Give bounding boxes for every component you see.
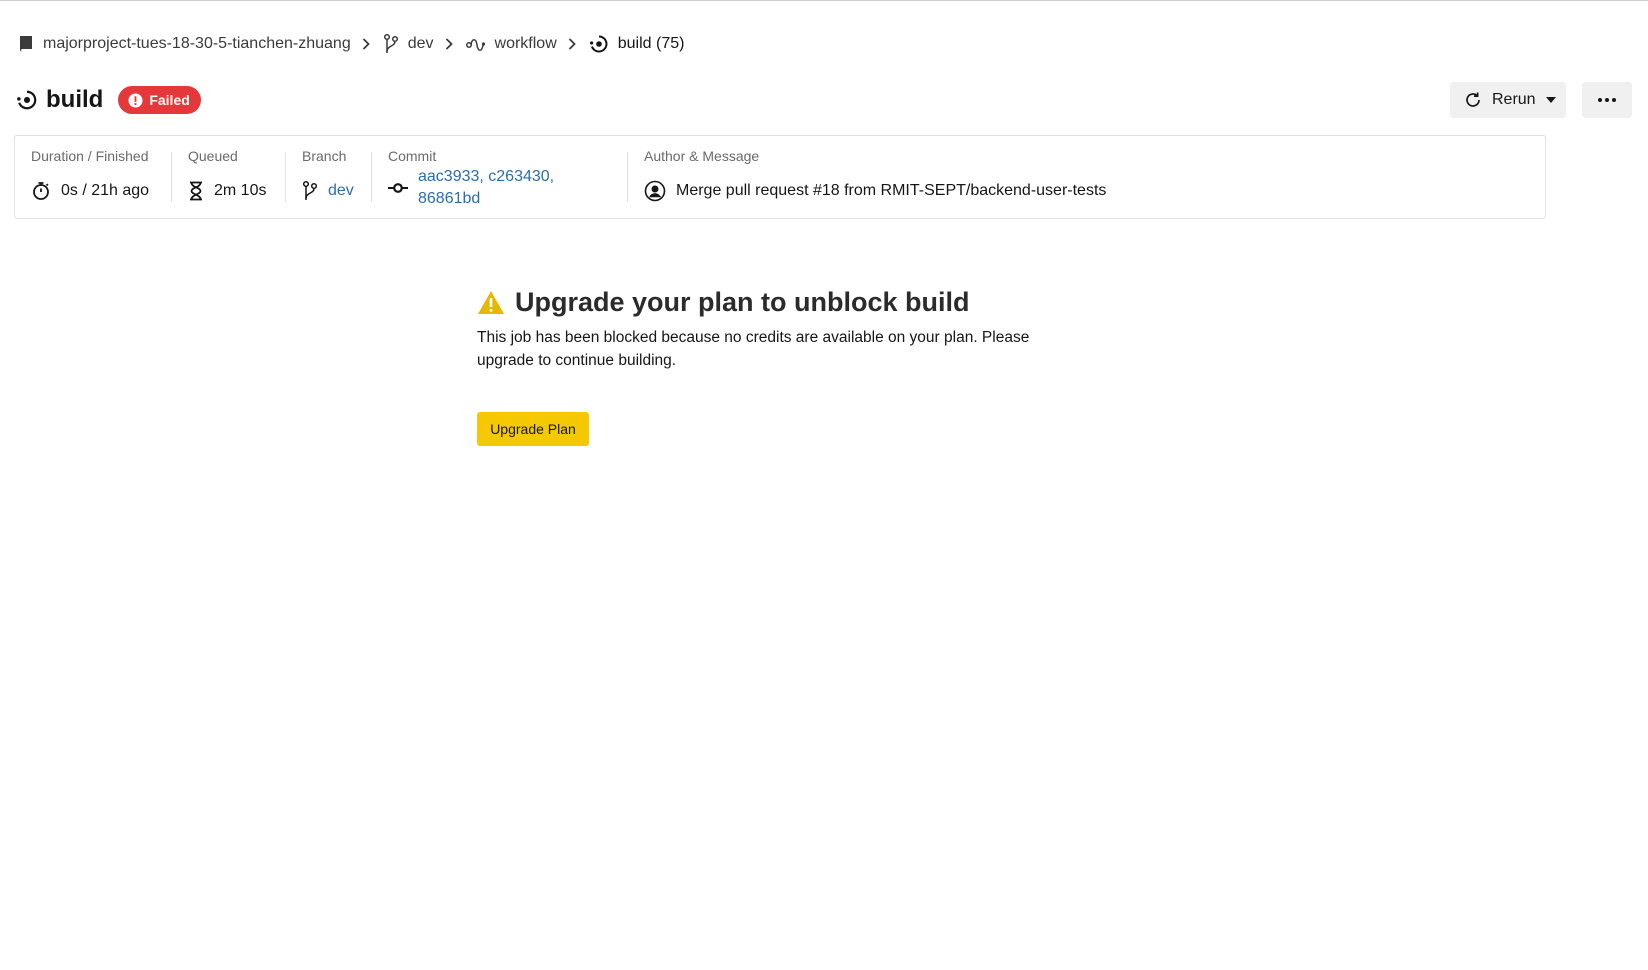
more-horizontal-icon xyxy=(1597,97,1617,103)
blocked-title: Upgrade your plan to unblock build xyxy=(477,287,1097,318)
warning-icon xyxy=(477,290,505,315)
author-label: Author & Message xyxy=(644,148,760,164)
header-actions: Rerun xyxy=(1450,82,1632,118)
upgrade-plan-button[interactable]: Upgrade Plan xyxy=(477,411,589,446)
info-branch: Branch dev xyxy=(286,148,372,202)
more-options-button[interactable] xyxy=(1582,82,1632,118)
status-badge: Failed xyxy=(118,86,201,114)
job-info-panel: Duration / Finished 0s / 21h ago Queued … xyxy=(14,135,1546,219)
commit-icon xyxy=(388,182,408,194)
breadcrumb-project[interactable]: majorproject-tues-18-30-5-tianchen-zhuan… xyxy=(18,35,351,53)
refresh-icon xyxy=(1464,91,1482,109)
status-label: Failed xyxy=(149,92,190,108)
breadcrumb: majorproject-tues-18-30-5-tianchen-zhuan… xyxy=(18,33,684,55)
blocked-message: This job has been blocked because no cre… xyxy=(477,329,1030,369)
workflow-icon xyxy=(465,36,486,52)
commit-label: Commit xyxy=(388,148,437,164)
branch-icon xyxy=(302,180,318,202)
queued-label: Queued xyxy=(188,148,238,164)
chevron-right-icon xyxy=(444,37,454,51)
breadcrumb-branch-label: dev xyxy=(407,35,434,52)
info-duration: Duration / Finished 0s / 21h ago xyxy=(15,148,172,202)
commit-message: Merge pull request #18 from RMIT-SEPT/ba… xyxy=(676,182,1107,199)
duration-label: Duration / Finished xyxy=(31,148,149,164)
breadcrumb-workflow[interactable]: workflow xyxy=(465,35,557,53)
job-icon xyxy=(589,34,609,54)
duration-value: 0s / 21h ago xyxy=(31,180,155,202)
blocked-heading: Upgrade your plan to unblock build xyxy=(515,287,970,317)
duration-text: 0s / 21h ago xyxy=(61,182,150,199)
rerun-button[interactable]: Rerun xyxy=(1450,82,1566,118)
blocked-notice: Upgrade your plan to unblock build This … xyxy=(477,287,1097,446)
title-group: build Failed xyxy=(16,86,201,114)
breadcrumb-job: build (75) xyxy=(589,34,685,54)
branch-link[interactable]: dev xyxy=(328,180,354,202)
breadcrumb-branch[interactable]: dev xyxy=(383,33,434,55)
branch-value: dev xyxy=(302,180,355,202)
stopwatch-icon xyxy=(31,181,51,201)
breadcrumb-project-label: majorproject-tues-18-30-5-tianchen-zhuan… xyxy=(43,35,351,52)
branch-icon xyxy=(383,33,399,55)
commit-links[interactable]: aac3933, c263430, 86861bd xyxy=(418,166,611,210)
branch-label: Branch xyxy=(302,148,347,164)
page-header: build Failed Rerun xyxy=(16,81,1632,119)
info-author: Author & Message Merge pull request #18 … xyxy=(628,148,1545,202)
info-queued: Queued 2m 10s xyxy=(172,148,286,202)
alert-circle-icon xyxy=(128,92,143,108)
rerun-label: Rerun xyxy=(1492,91,1536,108)
info-commit: Commit aac3933, c263430, 86861bd xyxy=(372,148,628,207)
hourglass-icon xyxy=(188,181,204,201)
queued-value: 2m 10s xyxy=(188,180,269,202)
caret-down-icon xyxy=(1545,97,1556,103)
commit-value: aac3933, c263430, 86861bd xyxy=(388,166,611,210)
breadcrumb-job-label: build (75) xyxy=(617,35,685,52)
avatar-icon xyxy=(644,180,666,202)
repo-book-icon xyxy=(18,35,34,53)
page-title: build xyxy=(46,86,104,113)
chevron-right-icon xyxy=(361,37,371,51)
job-icon xyxy=(16,89,38,111)
author-value: Merge pull request #18 from RMIT-SEPT/ba… xyxy=(644,180,1529,202)
chevron-right-icon xyxy=(567,37,577,51)
breadcrumb-workflow-label: workflow xyxy=(494,35,557,52)
queued-text: 2m 10s xyxy=(214,182,267,199)
